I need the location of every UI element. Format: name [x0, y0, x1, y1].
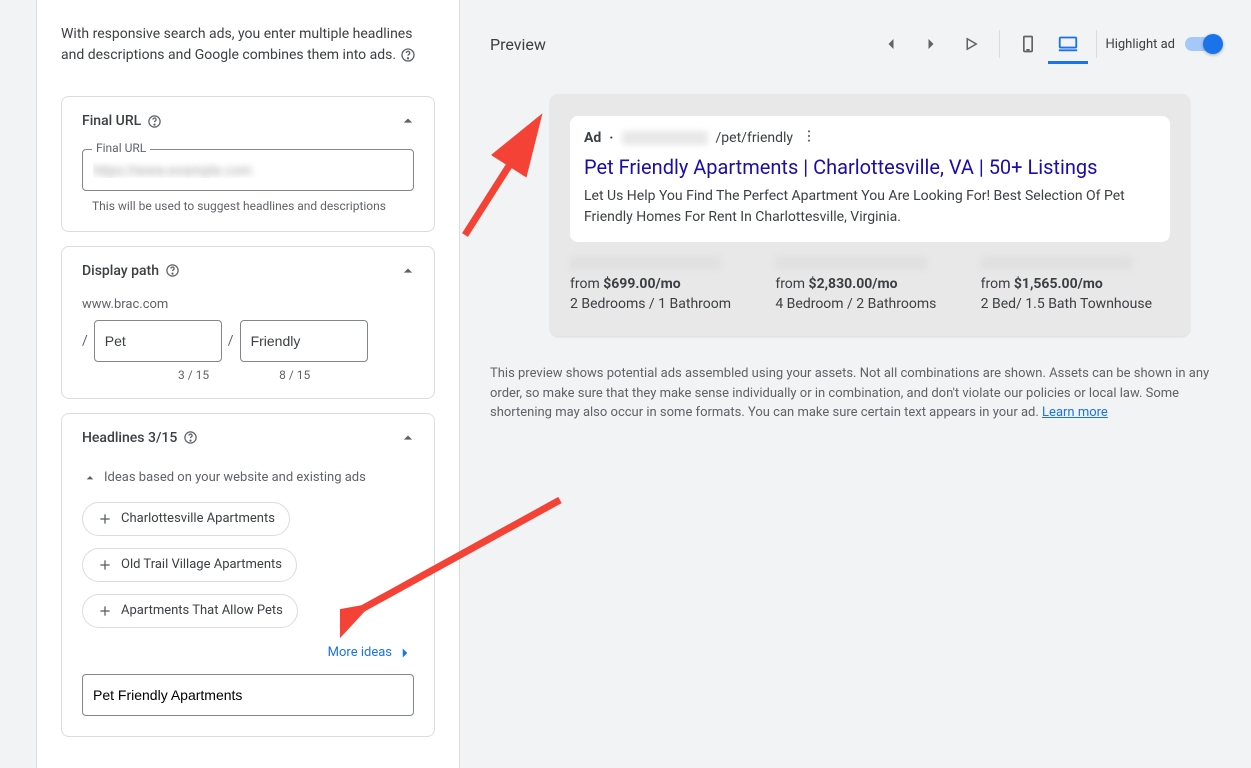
blurred-text: [570, 256, 721, 270]
desktop-icon: [1057, 32, 1079, 54]
settings-panel: With responsive search ads, you enter mu…: [36, 0, 460, 768]
blurred-text: [981, 256, 1132, 270]
intro-text: With responsive search ads, you enter mu…: [37, 24, 459, 82]
ad-url: /pet/friendly: [716, 130, 794, 146]
final-url-input[interactable]: [82, 149, 414, 191]
final-url-title: Final URL: [82, 113, 414, 129]
path1-counter: 3 / 15: [178, 368, 209, 382]
listing-item: from $1,565.00/mo 2 Bed/ 1.5 Bath Townho…: [981, 256, 1170, 312]
path-counter-row: 3 / 15 8 / 15: [82, 368, 414, 382]
blurred-domain: [622, 131, 708, 145]
preview-controls: Highlight ad: [871, 24, 1221, 64]
headline-chip[interactable]: Old Trail Village Apartments: [82, 548, 297, 582]
play-button[interactable]: [951, 24, 991, 64]
display-path-title: Display path: [82, 263, 414, 279]
ad-headline: Pet Friendly Apartments | Charlottesvill…: [584, 154, 1156, 180]
ad-card: Ad · /pet/friendly Pet Friendly Apartmen…: [570, 116, 1170, 242]
listing-item: from $2,830.00/mo 4 Bedroom / 2 Bathroom…: [775, 256, 964, 312]
path2-input[interactable]: [240, 320, 368, 362]
preview-title: Preview: [490, 35, 546, 54]
ad-preview-frame: Ad · /pet/friendly Pet Friendly Apartmen…: [550, 94, 1190, 336]
path-slash: /: [82, 333, 88, 349]
listings-row: from $699.00/mo 2 Bedrooms / 1 Bathroom …: [570, 256, 1170, 312]
next-button[interactable]: [911, 24, 951, 64]
final-url-label: Final URL: [92, 141, 150, 155]
desktop-view-button[interactable]: [1048, 24, 1088, 64]
help-icon[interactable]: [147, 113, 162, 129]
help-icon[interactable]: [183, 430, 198, 446]
toggle-knob: [1203, 34, 1223, 54]
more-ideas-link[interactable]: More ideas: [82, 644, 414, 662]
plus-icon: [97, 511, 113, 527]
display-domain: www.brac.com: [82, 297, 414, 312]
ad-menu-button[interactable]: [801, 128, 817, 148]
headline-chip[interactable]: Apartments That Allow Pets: [82, 594, 298, 628]
chevron-up-icon: [82, 470, 98, 486]
mobile-icon: [1018, 34, 1038, 54]
preview-header: Preview Hig: [490, 24, 1221, 64]
highlight-toggle-wrap: Highlight ad: [1105, 37, 1221, 52]
plus-icon: [97, 603, 113, 619]
more-vert-icon: [801, 128, 817, 144]
highlight-toggle[interactable]: [1185, 37, 1221, 51]
plus-icon: [97, 557, 113, 573]
final-url-card: Final URL Final URL This will be used to…: [61, 96, 435, 232]
chevron-right-icon: [921, 34, 941, 54]
collapse-button[interactable]: [398, 111, 418, 135]
chevron-right-icon: [396, 644, 414, 662]
headline-chip[interactable]: Charlottesville Apartments: [82, 502, 290, 536]
separator: [999, 30, 1000, 58]
collapse-button[interactable]: [398, 428, 418, 452]
learn-more-link[interactable]: Learn more: [1042, 405, 1108, 420]
headlines-title: Headlines 3/15: [82, 430, 414, 446]
ad-top-row: Ad · /pet/friendly: [584, 128, 1156, 148]
path-slash: /: [228, 333, 234, 349]
separator: [1096, 30, 1097, 58]
play-icon: [962, 35, 980, 53]
ad-badge: Ad: [584, 130, 601, 146]
preview-panel: Preview Hig: [460, 0, 1251, 768]
chip-row: Charlottesville Apartments Old Trail Vil…: [82, 502, 414, 640]
ad-description: Let Us Help You Find The Perfect Apartme…: [584, 186, 1156, 228]
chevron-left-icon: [881, 34, 901, 54]
headlines-card: Headlines 3/15 Ideas based on your websi…: [61, 413, 435, 737]
collapse-button[interactable]: [398, 261, 418, 285]
help-icon[interactable]: [400, 47, 416, 63]
mobile-view-button[interactable]: [1008, 24, 1048, 64]
path1-input[interactable]: [94, 320, 222, 362]
listing-item: from $699.00/mo 2 Bedrooms / 1 Bathroom: [570, 256, 759, 312]
app-root: With responsive search ads, you enter mu…: [0, 0, 1251, 768]
ideas-toggle[interactable]: Ideas based on your website and existing…: [82, 470, 414, 486]
highlight-label: Highlight ad: [1105, 37, 1175, 52]
path2-counter: 8 / 15: [279, 368, 310, 382]
help-icon[interactable]: [165, 263, 180, 279]
prev-button[interactable]: [871, 24, 911, 64]
preview-disclaimer: This preview shows potential ads assembl…: [490, 364, 1221, 423]
blurred-text: [775, 256, 926, 270]
display-path-card: Display path www.brac.com / / 3 / 15 8 /…: [61, 246, 435, 399]
headline-input[interactable]: [82, 674, 414, 716]
final-url-hint: This will be used to suggest headlines a…: [82, 199, 414, 215]
